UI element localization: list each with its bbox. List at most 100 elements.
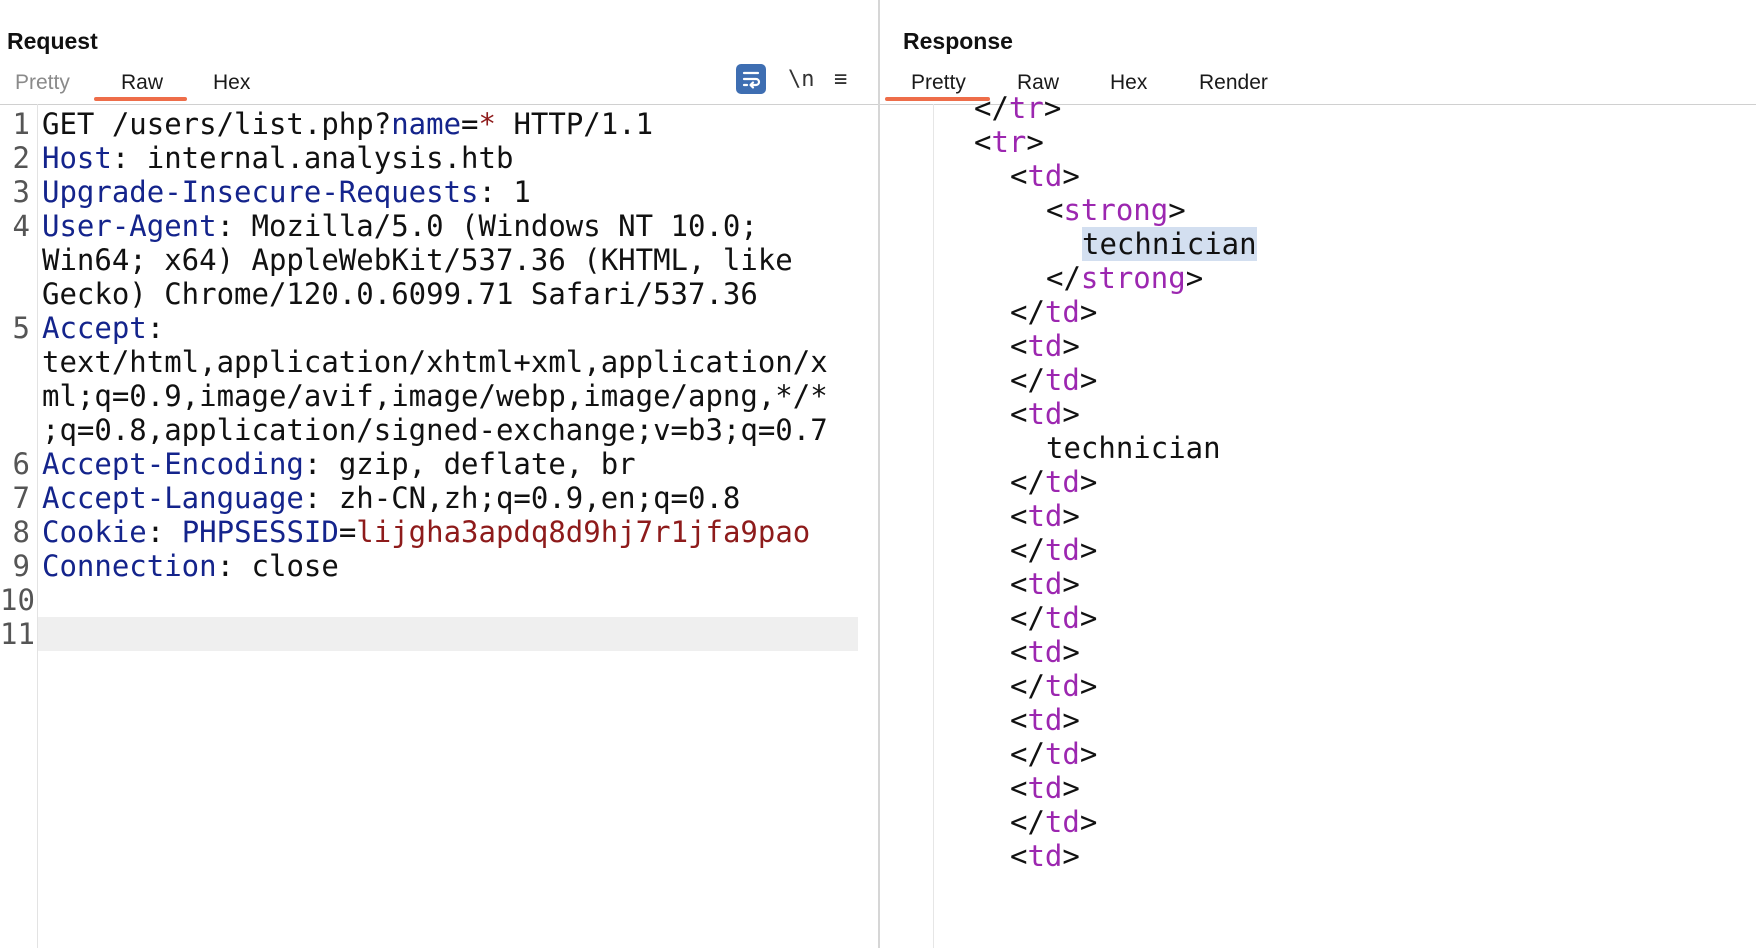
- show-newlines-button[interactable]: \n: [788, 67, 815, 92]
- line-number: 3: [12, 175, 30, 209]
- code-token: : internal.analysis.htb: [111, 141, 514, 175]
- response-line[interactable]: </td>: [1010, 601, 1097, 635]
- code-token: <: [1010, 839, 1028, 873]
- request-line[interactable]: ;q=0.8,application/signed-exchange;v=b3;…: [0, 413, 858, 447]
- response-line[interactable]: </tr>: [974, 91, 1061, 125]
- line-code: Host: internal.analysis.htb: [42, 141, 513, 175]
- response-line[interactable]: </td>: [1010, 805, 1097, 839]
- code-token: >: [1079, 363, 1098, 397]
- request-line[interactable]: 5 Accept:: [0, 311, 858, 345]
- request-line[interactable]: ml;q=0.9,image/avif,image/webp,image/apn…: [0, 379, 858, 413]
- response-line[interactable]: </td>: [1010, 533, 1097, 567]
- html-tag-name: td: [1027, 703, 1063, 737]
- request-line[interactable]: Win64; x64) AppleWebKit/537.36 (KHTML, l…: [0, 243, 858, 277]
- code-token: =: [338, 515, 357, 549]
- code-token: >: [1062, 839, 1080, 873]
- response-line[interactable]: </td>: [1010, 363, 1097, 397]
- code-token: >: [1079, 805, 1098, 839]
- html-tag-name: td: [1044, 669, 1080, 703]
- request-line[interactable]: 9 Connection: close: [0, 549, 858, 583]
- request-editor[interactable]: 1 GET /users/list.php?name=* HTTP/1.1 2 Hos…: [0, 104, 878, 948]
- response-line[interactable]: <td>: [1010, 703, 1080, 737]
- wrap-lines-icon: [742, 71, 761, 89]
- line-number: 6: [12, 447, 30, 481]
- code-token: <: [1010, 567, 1028, 601]
- html-tag-name: td: [1027, 839, 1063, 873]
- response-line[interactable]: </td>: [1010, 295, 1097, 329]
- code-token: >: [1062, 159, 1080, 193]
- response-line[interactable]: <strong>: [1046, 193, 1186, 227]
- response-tab-render[interactable]: Render: [1195, 71, 1272, 95]
- line-number: 1: [12, 107, 30, 141]
- code-token: Win64; x64) AppleWebKit/537.36 (KHTML, l…: [42, 243, 793, 277]
- request-line[interactable]: 4 User-Agent: Mozilla/5.0 (Windows NT 10.…: [0, 209, 858, 243]
- response-line[interactable]: technician: [1082, 227, 1257, 261]
- response-line[interactable]: <td>: [1010, 635, 1080, 669]
- response-tab-hex[interactable]: Hex: [1106, 71, 1151, 95]
- code-token: *: [478, 107, 496, 141]
- response-line[interactable]: <tr>: [974, 125, 1044, 159]
- code-token: <: [1010, 159, 1028, 193]
- response-line[interactable]: technician: [1046, 431, 1221, 465]
- request-tab-hex[interactable]: Hex: [209, 71, 254, 95]
- response-line[interactable]: <td>: [1010, 329, 1080, 363]
- response-line[interactable]: <td>: [1010, 567, 1080, 601]
- response-line[interactable]: <td>: [1010, 771, 1080, 805]
- line-code: Upgrade-Insecure-Requests: 1: [42, 175, 531, 209]
- html-tag-name: td: [1027, 397, 1063, 431]
- code-token: <: [1010, 397, 1028, 431]
- line-code: Accept-Language: zh-CN,zh;q=0.9,en;q=0.8: [42, 481, 740, 515]
- response-line[interactable]: </td>: [1010, 465, 1097, 499]
- code-token: >: [1079, 533, 1098, 567]
- code-token: text/html,application/xhtml+xml,applicat…: [42, 345, 828, 379]
- request-line[interactable]: 7 Accept-Language: zh-CN,zh;q=0.9,en;q=0.…: [0, 481, 858, 515]
- response-tab-pretty[interactable]: Pretty: [907, 71, 970, 95]
- response-line[interactable]: <td>: [1010, 839, 1080, 873]
- code-token: <: [1046, 193, 1064, 227]
- response-line[interactable]: <td>: [1010, 397, 1080, 431]
- code-token: <: [1010, 771, 1028, 805]
- request-tab-pretty[interactable]: Pretty: [11, 71, 74, 95]
- request-tab-raw[interactable]: Raw: [117, 71, 167, 95]
- code-token: technician: [1046, 431, 1221, 465]
- code-token: </: [1010, 363, 1045, 397]
- line-code: User-Agent: Mozilla/5.0 (Windows NT 10.0…: [42, 209, 758, 243]
- response-line[interactable]: </td>: [1010, 737, 1097, 771]
- request-line[interactable]: 3 Upgrade-Insecure-Requests: 1: [0, 175, 858, 209]
- code-token: >: [1062, 499, 1080, 533]
- menu-icon[interactable]: ≡: [834, 67, 847, 92]
- response-line[interactable]: </strong>: [1046, 261, 1203, 295]
- code-token: User-Agent: [42, 209, 217, 243]
- wrap-lines-button[interactable]: [736, 64, 766, 94]
- request-line[interactable]: 8 Cookie: PHPSESSID=lijgha3apdq8d9hj7r1jf…: [0, 515, 858, 549]
- code-token: </: [1010, 533, 1045, 567]
- response-indent-guide: [933, 104, 934, 948]
- request-tabs: Pretty Raw Hex \n ≡: [0, 64, 878, 105]
- response-line[interactable]: <td>: [1010, 499, 1080, 533]
- code-token: : close: [216, 549, 339, 583]
- line-number: 9: [12, 549, 30, 583]
- code-token: </: [1010, 295, 1045, 329]
- code-token: : zh-CN,zh;q=0.9,en;q=0.8: [303, 481, 741, 515]
- response-line[interactable]: </td>: [1010, 669, 1097, 703]
- request-line[interactable]: 1 GET /users/list.php?name=* HTTP/1.1: [0, 107, 858, 141]
- code-token: <: [1010, 635, 1028, 669]
- response-line[interactable]: <td>: [1010, 159, 1080, 193]
- html-tag-name: strong: [1080, 261, 1186, 295]
- line-code: Win64; x64) AppleWebKit/537.36 (KHTML, l…: [42, 243, 793, 277]
- request-line[interactable]: 6 Accept-Encoding: gzip, deflate, br: [0, 447, 858, 481]
- html-tag-name: strong: [1063, 193, 1169, 227]
- response-editor[interactable]: </tr> <tr> <td> <strong> technician </strong>…: [880, 91, 1756, 948]
- request-line[interactable]: text/html,application/xhtml+xml,applicat…: [0, 345, 858, 379]
- code-token: Upgrade-Insecure-Requests: [42, 175, 479, 209]
- request-line[interactable]: 2 Host: internal.analysis.htb: [0, 141, 858, 175]
- request-line[interactable]: 10: [0, 583, 858, 617]
- request-line[interactable]: 11: [0, 617, 858, 651]
- line-code: Gecko) Chrome/120.0.6099.71 Safari/537.3…: [42, 277, 758, 311]
- html-tag-name: td: [1027, 567, 1063, 601]
- code-token: </: [1010, 465, 1045, 499]
- code-token: ;q=0.8,application/signed-exchange;v=b3;…: [42, 413, 828, 447]
- request-line[interactable]: Gecko) Chrome/120.0.6099.71 Safari/537.3…: [0, 277, 858, 311]
- code-token: :: [146, 311, 165, 345]
- code-token: Accept-Encoding: [42, 447, 304, 481]
